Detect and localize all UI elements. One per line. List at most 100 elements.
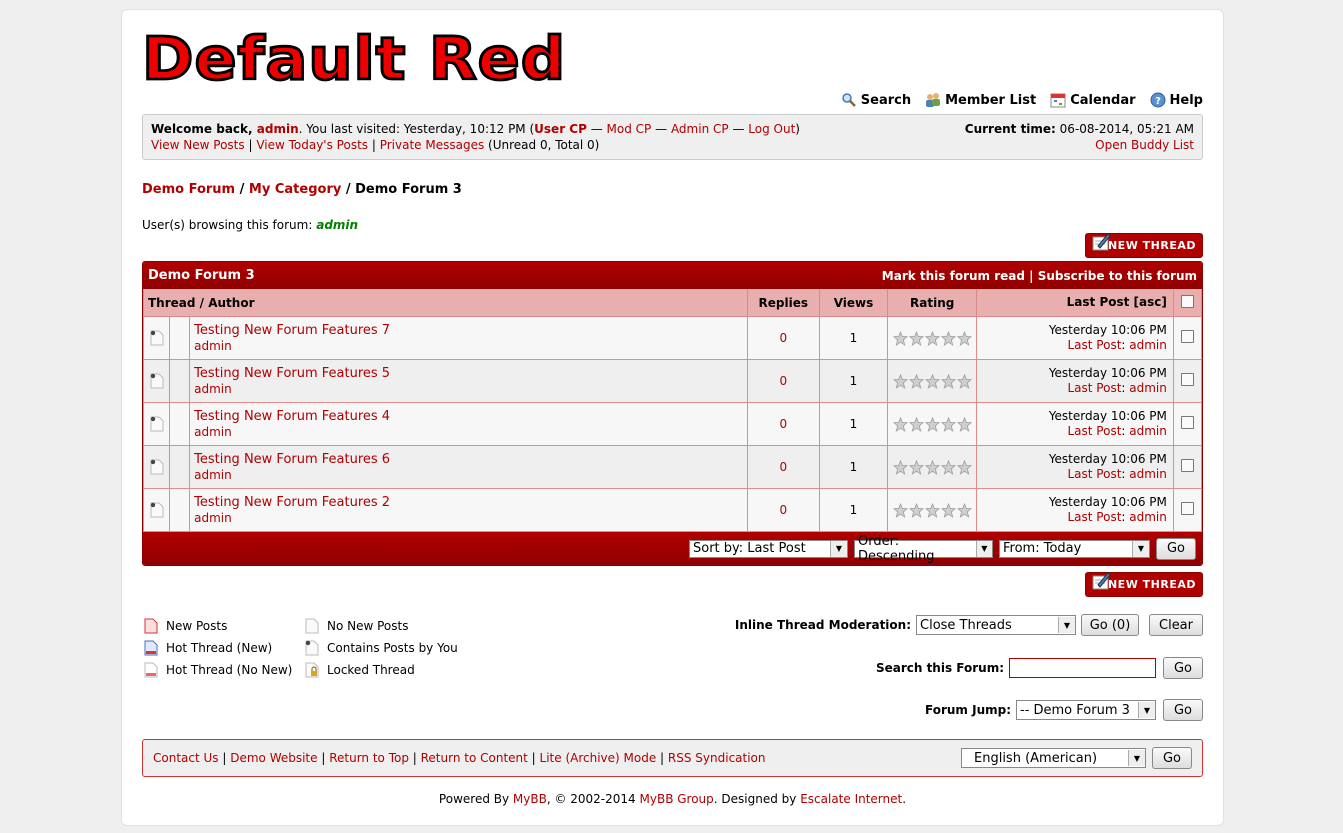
private-messages-link[interactable]: Private Messages xyxy=(380,138,485,152)
thread-title-link[interactable]: Testing New Forum Features 5 xyxy=(190,365,747,382)
last-post-link[interactable]: Last Post xyxy=(1067,381,1121,395)
footer-rss-link[interactable]: RSS Syndication xyxy=(668,751,766,765)
thread-checkbox[interactable] xyxy=(1180,373,1194,386)
order-select[interactable]: Order: Descending ▼ xyxy=(854,534,993,564)
rating-star-icon[interactable] xyxy=(956,373,972,389)
rating-star-icon[interactable] xyxy=(940,459,956,475)
rating-star-icon[interactable] xyxy=(908,502,924,518)
menu-member-list[interactable]: Member List xyxy=(925,92,1036,108)
footer-return-content-link[interactable]: Return to Content xyxy=(421,751,528,765)
footer-return-top-link[interactable]: Return to Top xyxy=(329,751,409,765)
rating-star-icon[interactable] xyxy=(940,502,956,518)
thread-title-link[interactable]: Testing New Forum Features 6 xyxy=(190,451,747,468)
last-post-user-link[interactable]: admin xyxy=(1129,338,1167,352)
col-replies[interactable]: Replies xyxy=(746,289,820,317)
new-thread-button-top[interactable]: NEW THREAD xyxy=(1085,233,1203,258)
select-all-checkbox[interactable] xyxy=(1180,294,1194,308)
sort-by-select[interactable]: Sort by: Last Post ▼ xyxy=(689,539,848,558)
thread-title-link[interactable]: Testing New Forum Features 4 xyxy=(190,408,747,425)
last-post-user-link[interactable]: admin xyxy=(1129,467,1167,481)
rating-star-icon[interactable] xyxy=(940,330,956,346)
welcome-user-link[interactable]: admin xyxy=(257,122,299,136)
language-select[interactable]: English (American) ▼ xyxy=(961,748,1146,768)
rating-star-icon[interactable] xyxy=(956,459,972,475)
mark-forum-read-link[interactable]: Mark this forum read xyxy=(882,269,1025,283)
replies-link[interactable]: 0 xyxy=(779,417,787,431)
new-thread-button-bottom[interactable]: NEW THREAD xyxy=(1085,572,1203,597)
breadcrumb-forum[interactable]: Demo Forum xyxy=(142,182,235,197)
search-forum-go-button[interactable]: Go xyxy=(1163,657,1203,679)
user-cp-link[interactable]: User CP xyxy=(534,122,587,136)
last-post-link[interactable]: Last Post xyxy=(1067,467,1121,481)
last-post-user-link[interactable]: admin xyxy=(1129,381,1167,395)
thread-author-link[interactable]: admin xyxy=(190,382,747,397)
thread-title-link[interactable]: Testing New Forum Features 7 xyxy=(190,322,747,339)
designer-link[interactable]: Escalate Internet xyxy=(800,792,902,806)
col-thread-author[interactable]: Thread / Author xyxy=(143,289,748,317)
rating-star-icon[interactable] xyxy=(924,459,940,475)
rating-star-icon[interactable] xyxy=(940,373,956,389)
thread-author-link[interactable]: admin xyxy=(190,425,747,440)
rating-star-icon[interactable] xyxy=(924,330,940,346)
view-new-posts-link[interactable]: View New Posts xyxy=(151,138,245,152)
rating-stars[interactable] xyxy=(888,416,976,432)
thread-checkbox[interactable] xyxy=(1180,502,1194,515)
site-logo[interactable]: Default Red xyxy=(140,24,566,93)
thread-author-link[interactable]: admin xyxy=(190,339,747,354)
mod-cp-link[interactable]: Mod CP xyxy=(607,122,652,136)
last-post-user-link[interactable]: admin xyxy=(1129,510,1167,524)
thread-author-link[interactable]: admin xyxy=(190,468,747,483)
buddy-list-link[interactable]: Open Buddy List xyxy=(1095,138,1194,152)
moderation-select[interactable]: Close Threads ▼ xyxy=(916,615,1076,635)
menu-search[interactable]: Search xyxy=(841,92,911,108)
footer-demo-website-link[interactable]: Demo Website xyxy=(230,751,317,765)
rating-stars[interactable] xyxy=(888,502,976,518)
from-select[interactable]: From: Today ▼ xyxy=(999,539,1150,558)
rating-star-icon[interactable] xyxy=(924,373,940,389)
browsing-user-link[interactable]: admin xyxy=(316,218,358,232)
replies-link[interactable]: 0 xyxy=(779,460,787,474)
last-post-link[interactable]: Last Post xyxy=(1067,424,1121,438)
rating-star-icon[interactable] xyxy=(908,416,924,432)
rating-star-icon[interactable] xyxy=(908,330,924,346)
thread-author-link[interactable]: admin xyxy=(190,511,747,526)
subscribe-forum-link[interactable]: Subscribe to this forum xyxy=(1038,269,1197,283)
rating-star-icon[interactable] xyxy=(956,416,972,432)
rating-star-icon[interactable] xyxy=(956,502,972,518)
mybb-group-link[interactable]: MyBB Group xyxy=(640,792,714,806)
rating-star-icon[interactable] xyxy=(924,416,940,432)
rating-star-icon[interactable] xyxy=(892,416,908,432)
col-views[interactable]: Views xyxy=(818,289,889,317)
forum-jump-go-button[interactable]: Go xyxy=(1163,699,1203,721)
sort-go-button[interactable]: Go xyxy=(1156,537,1196,560)
thread-checkbox[interactable] xyxy=(1180,330,1194,343)
replies-link[interactable]: 0 xyxy=(779,503,787,517)
rating-star-icon[interactable] xyxy=(940,416,956,432)
rating-stars[interactable] xyxy=(888,459,976,475)
rating-star-icon[interactable] xyxy=(924,502,940,518)
moderation-clear-button[interactable]: Clear xyxy=(1149,614,1203,636)
thread-checkbox[interactable] xyxy=(1180,416,1194,429)
rating-star-icon[interactable] xyxy=(956,330,972,346)
footer-lite-mode-link[interactable]: Lite (Archive) Mode xyxy=(540,751,657,765)
rating-star-icon[interactable] xyxy=(908,459,924,475)
col-last-post[interactable]: Last Post [asc] xyxy=(976,289,1174,317)
last-post-link[interactable]: Last Post xyxy=(1067,510,1121,524)
last-post-link[interactable]: Last Post xyxy=(1067,338,1121,352)
moderation-go-button[interactable]: Go (0) xyxy=(1081,614,1139,636)
rating-stars[interactable] xyxy=(888,373,976,389)
rating-star-icon[interactable] xyxy=(892,373,908,389)
rating-star-icon[interactable] xyxy=(892,459,908,475)
search-forum-input[interactable] xyxy=(1009,658,1156,678)
view-todays-posts-link[interactable]: View Today's Posts xyxy=(256,138,368,152)
thread-checkbox[interactable] xyxy=(1180,459,1194,472)
rating-star-icon[interactable] xyxy=(892,330,908,346)
rating-star-icon[interactable] xyxy=(908,373,924,389)
footer-contact-link[interactable]: Contact Us xyxy=(153,751,219,765)
replies-link[interactable]: 0 xyxy=(779,331,787,345)
thread-title-link[interactable]: Testing New Forum Features 2 xyxy=(190,494,747,511)
mybb-link[interactable]: MyBB xyxy=(513,792,547,806)
replies-link[interactable]: 0 xyxy=(779,374,787,388)
col-rating[interactable]: Rating xyxy=(887,289,978,317)
admin-cp-link[interactable]: Admin CP xyxy=(671,122,729,136)
